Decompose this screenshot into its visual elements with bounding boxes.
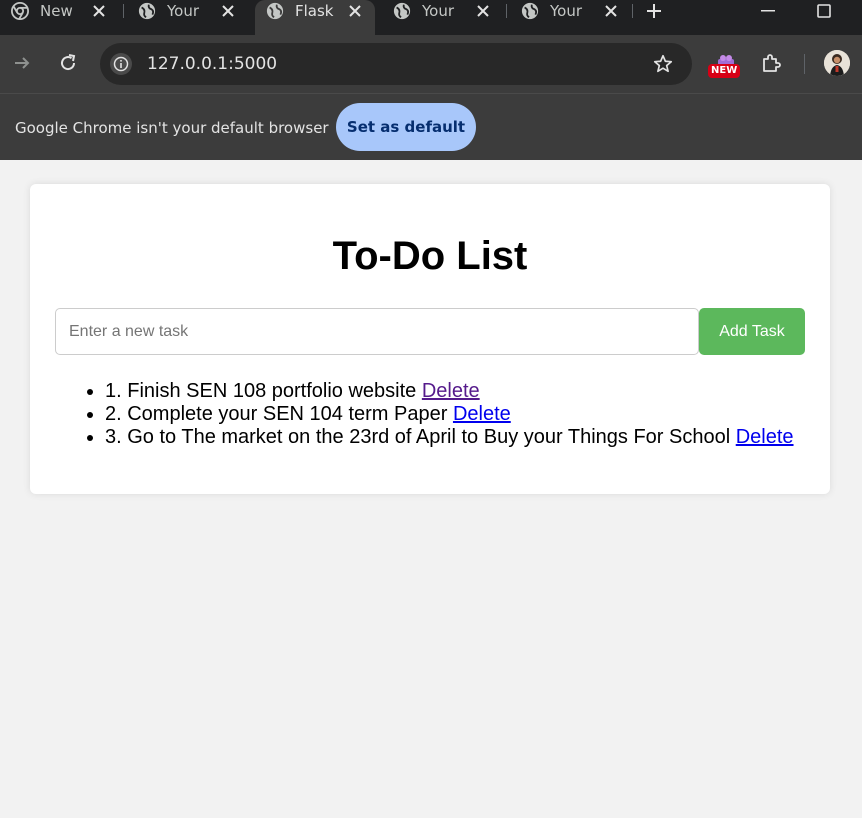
infobar-message: Google Chrome isn't your default browser <box>15 119 329 137</box>
list-item: 3. Go to The market on the 23rd of April… <box>105 426 794 449</box>
avatar-icon <box>824 50 850 76</box>
maximize-button[interactable] <box>804 0 844 22</box>
task-text: 2. Complete your SEN 104 term Paper <box>105 403 448 425</box>
tab-title: Your N <box>550 2 588 20</box>
new-tab-button[interactable] <box>634 0 674 22</box>
tab-your-n-2[interactable]: Your N <box>380 0 504 35</box>
globe-icon <box>521 2 539 20</box>
tab-separator <box>632 4 633 18</box>
new-badge: NEW <box>708 64 741 78</box>
page-viewport: To-Do List Add Task 1. Finish SEN 108 po… <box>0 160 862 818</box>
profile-avatar[interactable] <box>824 50 850 76</box>
tab-title: Flask <box>295 2 334 20</box>
list-item: 1. Finish SEN 108 portfolio website Dele… <box>105 380 794 403</box>
globe-icon <box>266 2 284 20</box>
minimize-button[interactable] <box>748 0 788 22</box>
close-icon[interactable] <box>474 2 492 20</box>
tab-title: New T <box>40 2 76 20</box>
task-text: 3. Go to The market on the 23rd of April… <box>105 426 731 448</box>
tab-new-tab[interactable]: New T <box>0 0 122 35</box>
address-bar[interactable]: 127.0.0.1:5000 <box>100 43 692 85</box>
globe-icon <box>393 2 411 20</box>
tab-your-n-3[interactable]: Your N <box>508 0 632 35</box>
site-info-icon[interactable] <box>110 53 132 75</box>
url-text[interactable]: 127.0.0.1:5000 <box>147 54 277 74</box>
globe-icon <box>138 2 156 20</box>
delete-link[interactable]: Delete <box>422 380 480 402</box>
task-list: 1. Finish SEN 108 portfolio website Dele… <box>105 380 794 449</box>
tab-strip: New T Your N Flask Your N <box>0 0 862 35</box>
tab-your-n-1[interactable]: Your N <box>126 0 252 35</box>
arrow-right-icon <box>15 57 30 69</box>
page-title: To-Do List <box>332 234 528 278</box>
chrome-icon <box>11 2 29 20</box>
bookmark-star-icon[interactable] <box>652 53 674 75</box>
todo-card: To-Do List Add Task 1. Finish SEN 108 po… <box>30 184 830 494</box>
extensions-puzzle-icon[interactable] <box>759 51 783 75</box>
reload-icon <box>61 54 76 71</box>
tab-separator <box>506 4 507 18</box>
set-as-default-button[interactable]: Set as default <box>336 103 476 151</box>
tab-flask[interactable]: Flask <box>255 0 375 35</box>
close-icon[interactable] <box>90 2 108 20</box>
add-task-button[interactable]: Add Task <box>699 308 805 355</box>
close-icon[interactable] <box>602 2 620 20</box>
reload-button[interactable] <box>57 52 79 74</box>
task-input[interactable] <box>55 308 699 355</box>
minimize-icon <box>761 10 775 12</box>
tab-title: Your N <box>167 2 205 20</box>
list-item: 2. Complete your SEN 104 term Paper Dele… <box>105 403 794 426</box>
plus-icon <box>647 4 661 18</box>
delete-link[interactable]: Delete <box>736 426 794 448</box>
toolbar-separator <box>804 54 805 74</box>
forward-button[interactable] <box>11 52 33 74</box>
tab-separator <box>123 4 124 18</box>
task-text: 1. Finish SEN 108 portfolio website <box>105 380 417 402</box>
close-icon[interactable] <box>219 2 237 20</box>
browser-toolbar: 127.0.0.1:5000 NEW <box>0 35 862 93</box>
extension-new-button[interactable]: NEW <box>708 52 744 82</box>
default-browser-infobar: Google Chrome isn't your default browser… <box>0 93 862 160</box>
maximize-icon <box>817 4 831 18</box>
tab-title: Your N <box>422 2 460 20</box>
delete-link[interactable]: Delete <box>453 403 511 425</box>
close-icon[interactable] <box>346 2 364 20</box>
